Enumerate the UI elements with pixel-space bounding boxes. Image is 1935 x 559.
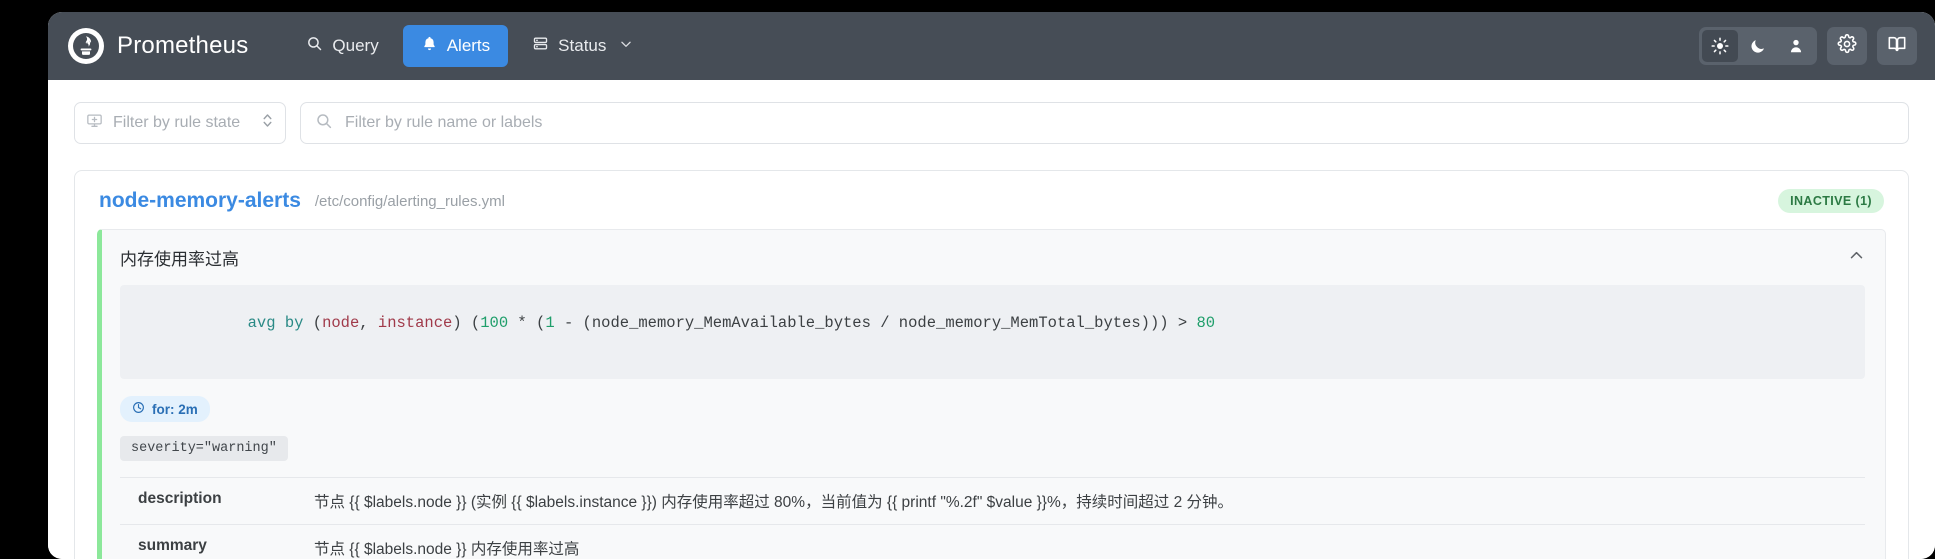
alert-rule-header[interactable]: 内存使用率过高 [102, 230, 1885, 285]
annotation-key: summary [138, 537, 207, 554]
book-icon [1887, 34, 1907, 59]
brand-name: Prometheus [117, 32, 249, 59]
rule-state-filter-placeholder: Filter by rule state [113, 114, 241, 131]
label-chip-severity: severity="warning" [120, 436, 288, 461]
theme-toggle-group [1699, 27, 1817, 65]
nav-item-alerts-label: Alerts [446, 36, 491, 55]
filter-row: Filter by rule state [74, 102, 1909, 144]
brand[interactable]: Prometheus [66, 28, 248, 64]
alert-rule-labels: severity="warning" [120, 436, 1865, 477]
alert-rule-panel: 内存使用率过高 avg by (node, instance) (100 * (… [97, 229, 1886, 559]
alert-group-header: node-memory-alerts /etc/config/alerting_… [97, 189, 1886, 213]
sun-icon[interactable] [1702, 30, 1738, 62]
chevron-up-icon[interactable] [1848, 247, 1865, 269]
docs-button[interactable] [1877, 27, 1917, 65]
rule-search-box[interactable] [300, 102, 1909, 144]
chevron-down-icon [619, 36, 633, 56]
alert-rule-body: avg by (node, instance) (100 * (1 - (nod… [102, 285, 1885, 559]
search-icon [306, 35, 323, 57]
rule-state-icon [86, 112, 103, 134]
rule-state-filter[interactable]: Filter by rule state [74, 102, 286, 144]
nav-item-query-label: Query [332, 36, 379, 55]
bell-icon [421, 35, 438, 57]
alert-group-name[interactable]: node-memory-alerts [99, 189, 301, 213]
status-badge: INACTIVE (1) [1778, 189, 1884, 213]
nav-item-query[interactable]: Query [288, 25, 396, 67]
annotation-value: 节点 {{ $labels.node }} (实例 {{ $labels.ins… [314, 494, 1233, 511]
table-row: summary 节点 {{ $labels.node }} 内存使用率过高 [120, 524, 1865, 559]
page-content: Filter by rule state Filter by rule name… [48, 80, 1935, 559]
nav-item-status-label: Status [558, 36, 607, 55]
chevron-updown-icon [261, 112, 274, 134]
annotations-table: description 节点 {{ $labels.node }} (实例 {{… [120, 477, 1865, 559]
settings-button[interactable] [1827, 27, 1867, 65]
expression-tokens: avg by (node, instance) (100 * (1 - (nod… [247, 314, 1216, 332]
annotation-value: 节点 {{ $labels.node }} 内存使用率过高 [314, 541, 580, 558]
alert-group-file: /etc/config/alerting_rules.yml [314, 192, 505, 210]
annotation-key: description [138, 490, 222, 507]
alert-rule-title: 内存使用率过高 [120, 250, 239, 269]
gear-icon [1837, 33, 1857, 59]
person-icon[interactable] [1778, 30, 1814, 62]
server-icon [532, 35, 549, 57]
for-duration-badge: for: 2m [120, 396, 210, 422]
top-navbar: Prometheus Query Alerts Status [48, 12, 1935, 80]
table-row: description 节点 {{ $labels.node }} (实例 {{… [120, 477, 1865, 525]
nav-item-status[interactable]: Status [514, 25, 651, 67]
browser-window: Prometheus Query Alerts Status Filter by… [48, 12, 1935, 559]
search-icon [315, 112, 333, 135]
navbar-right-controls [1699, 27, 1917, 65]
nav-item-alerts[interactable]: Alerts [402, 25, 509, 67]
nav-items: Query Alerts Status [288, 25, 651, 67]
alert-rule-expression[interactable]: avg by (node, instance) (100 * (1 - (nod… [120, 285, 1865, 379]
moon-icon[interactable] [1740, 30, 1776, 62]
for-duration-label: for: 2m [152, 401, 198, 417]
clock-icon [132, 401, 145, 417]
search-input[interactable] [345, 114, 1894, 132]
alert-group-card: node-memory-alerts /etc/config/alerting_… [74, 170, 1909, 559]
prometheus-torch-logo-icon [68, 28, 104, 64]
